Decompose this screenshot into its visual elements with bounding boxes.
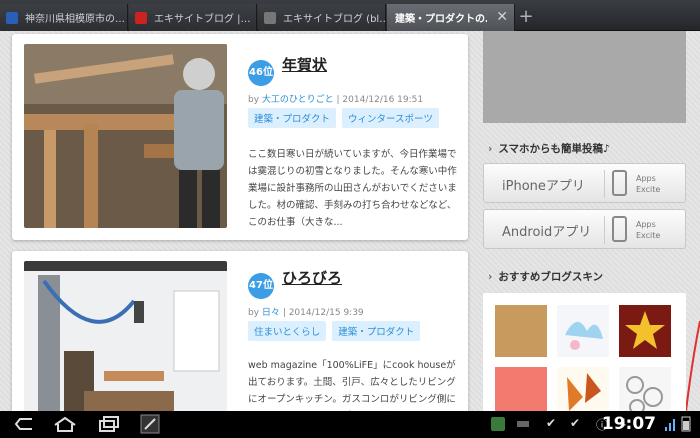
post-excerpt: web magazine「100%LiFE」にcook houseが出ております…	[248, 360, 456, 405]
phone-icon	[612, 170, 627, 196]
new-tab-button[interactable]: +	[516, 6, 536, 28]
post-excerpt: ここ数日寒い日が続いていますが、今日作業場では霙混じりの初雪となりました。そんな…	[248, 149, 457, 228]
check-icon[interactable]: ✔	[570, 416, 580, 430]
app-store-label: Apps Excite	[636, 174, 661, 194]
sidebar-ad-area	[483, 31, 686, 123]
recent-apps-icon[interactable]	[96, 415, 122, 433]
iphone-app-button[interactable]: iPhoneアプリ Apps Excite	[483, 163, 686, 203]
app-store-label: Apps Excite	[636, 220, 661, 240]
chevron-right-icon: ›	[488, 271, 493, 283]
post-card[interactable]: 46位 年賀状 by 大工のひとりごと | 2014/12/16 19:51 建…	[12, 34, 468, 240]
divider	[604, 216, 605, 244]
check-icon[interactable]: ✔	[546, 416, 556, 430]
skin-thumbnail[interactable]	[619, 305, 671, 357]
back-icon[interactable]	[12, 415, 38, 433]
usb-icon[interactable]	[515, 416, 531, 432]
screenshot-icon[interactable]	[140, 414, 160, 434]
tag[interactable]: 建築・プロダクト	[248, 108, 337, 128]
tab-2[interactable]: エキサイトブログ |…	[129, 4, 257, 31]
post-date: | 2014/12/16 19:51	[336, 95, 424, 105]
post-meta: by 日々 | 2014/12/15 9:39	[248, 305, 364, 318]
divider	[604, 170, 605, 198]
favicon-icon	[6, 11, 18, 24]
favicon-icon	[264, 11, 276, 24]
tag[interactable]: 建築・プロダクト	[332, 321, 421, 341]
sidebar-heading-mobile: › スマホからも簡単投稿♪	[488, 143, 610, 155]
skin-thumbnail[interactable]	[557, 305, 609, 357]
tab-title: 神奈川県相模原市の…	[25, 14, 125, 25]
blog-skin-gallery	[483, 293, 686, 411]
skin-thumbnail[interactable]	[557, 367, 609, 411]
android-app-button[interactable]: Androidアプリ Apps Excite	[483, 209, 686, 249]
tag[interactable]: ウィンタースポーツ	[342, 108, 439, 128]
close-tab-icon[interactable]: ✕	[496, 9, 508, 25]
system-clock[interactable]: 19:07	[602, 414, 656, 434]
skin-thumbnail[interactable]	[495, 367, 547, 411]
iphone-app-label: iPhoneアプリ	[502, 179, 585, 194]
skin-thumbnail[interactable]	[495, 305, 547, 357]
favicon-icon	[135, 11, 147, 24]
chevron-right-icon: ›	[488, 143, 493, 155]
by-label: by	[248, 95, 260, 105]
tab-title: エキサイトブログ |…	[154, 14, 251, 25]
post-title[interactable]: ひろびろ	[282, 267, 342, 288]
notification-app-icon[interactable]	[490, 416, 506, 432]
tag[interactable]: 住まいとくらし	[248, 321, 327, 341]
post-meta: by 大工のひとりごと | 2014/12/16 19:51	[248, 92, 423, 105]
tab-1[interactable]: 神奈川県相模原市の…	[0, 4, 128, 31]
sidebar-heading-skins: › おすすめブログスキン	[488, 271, 604, 283]
tab-3[interactable]: エキサイトブログ (bl…	[258, 4, 386, 31]
decorative-stroke	[686, 321, 700, 411]
wifi-signal-icon	[665, 419, 675, 431]
battery-icon	[681, 416, 691, 432]
post-date: | 2014/12/15 9:39	[282, 308, 364, 318]
phone-icon	[612, 216, 627, 242]
page-content[interactable]: 46位 年賀状 by 大工のひとりごと | 2014/12/16 19:51 建…	[0, 31, 700, 411]
by-label: by	[248, 308, 260, 318]
home-icon[interactable]	[52, 415, 78, 433]
tag-list: 建築・プロダクト ウィンタースポーツ	[248, 108, 439, 128]
post-thumbnail[interactable]	[24, 261, 227, 411]
rank-badge: 47位	[248, 273, 274, 299]
post-card[interactable]: 47位 ひろびろ by 日々 | 2014/12/15 9:39 住まいとくらし…	[12, 251, 468, 411]
post-title[interactable]: 年賀状	[282, 54, 327, 75]
rank-badge: 46位	[248, 60, 274, 86]
browser-tab-strip: 神奈川県相模原市の… エキサイトブログ |… エキサイトブログ (bl… 建築・…	[0, 0, 700, 31]
android-app-label: Androidアプリ	[502, 225, 592, 240]
post-thumbnail[interactable]	[24, 44, 227, 228]
tab-title: 建築・プロダクトの…	[395, 14, 487, 25]
tab-4-active[interactable]: 建築・プロダクトの… ✕	[387, 4, 515, 31]
tag-list: 住まいとくらし 建築・プロダクト	[248, 321, 421, 341]
system-navigation-bar: ✔ ✔ ⓘ ⇩ 19:07	[0, 411, 700, 438]
tab-title: エキサイトブログ (bl…	[283, 14, 385, 25]
author-link[interactable]: 日々	[262, 308, 280, 318]
skin-thumbnail[interactable]	[619, 367, 671, 411]
author-link[interactable]: 大工のひとりごと	[262, 95, 334, 105]
